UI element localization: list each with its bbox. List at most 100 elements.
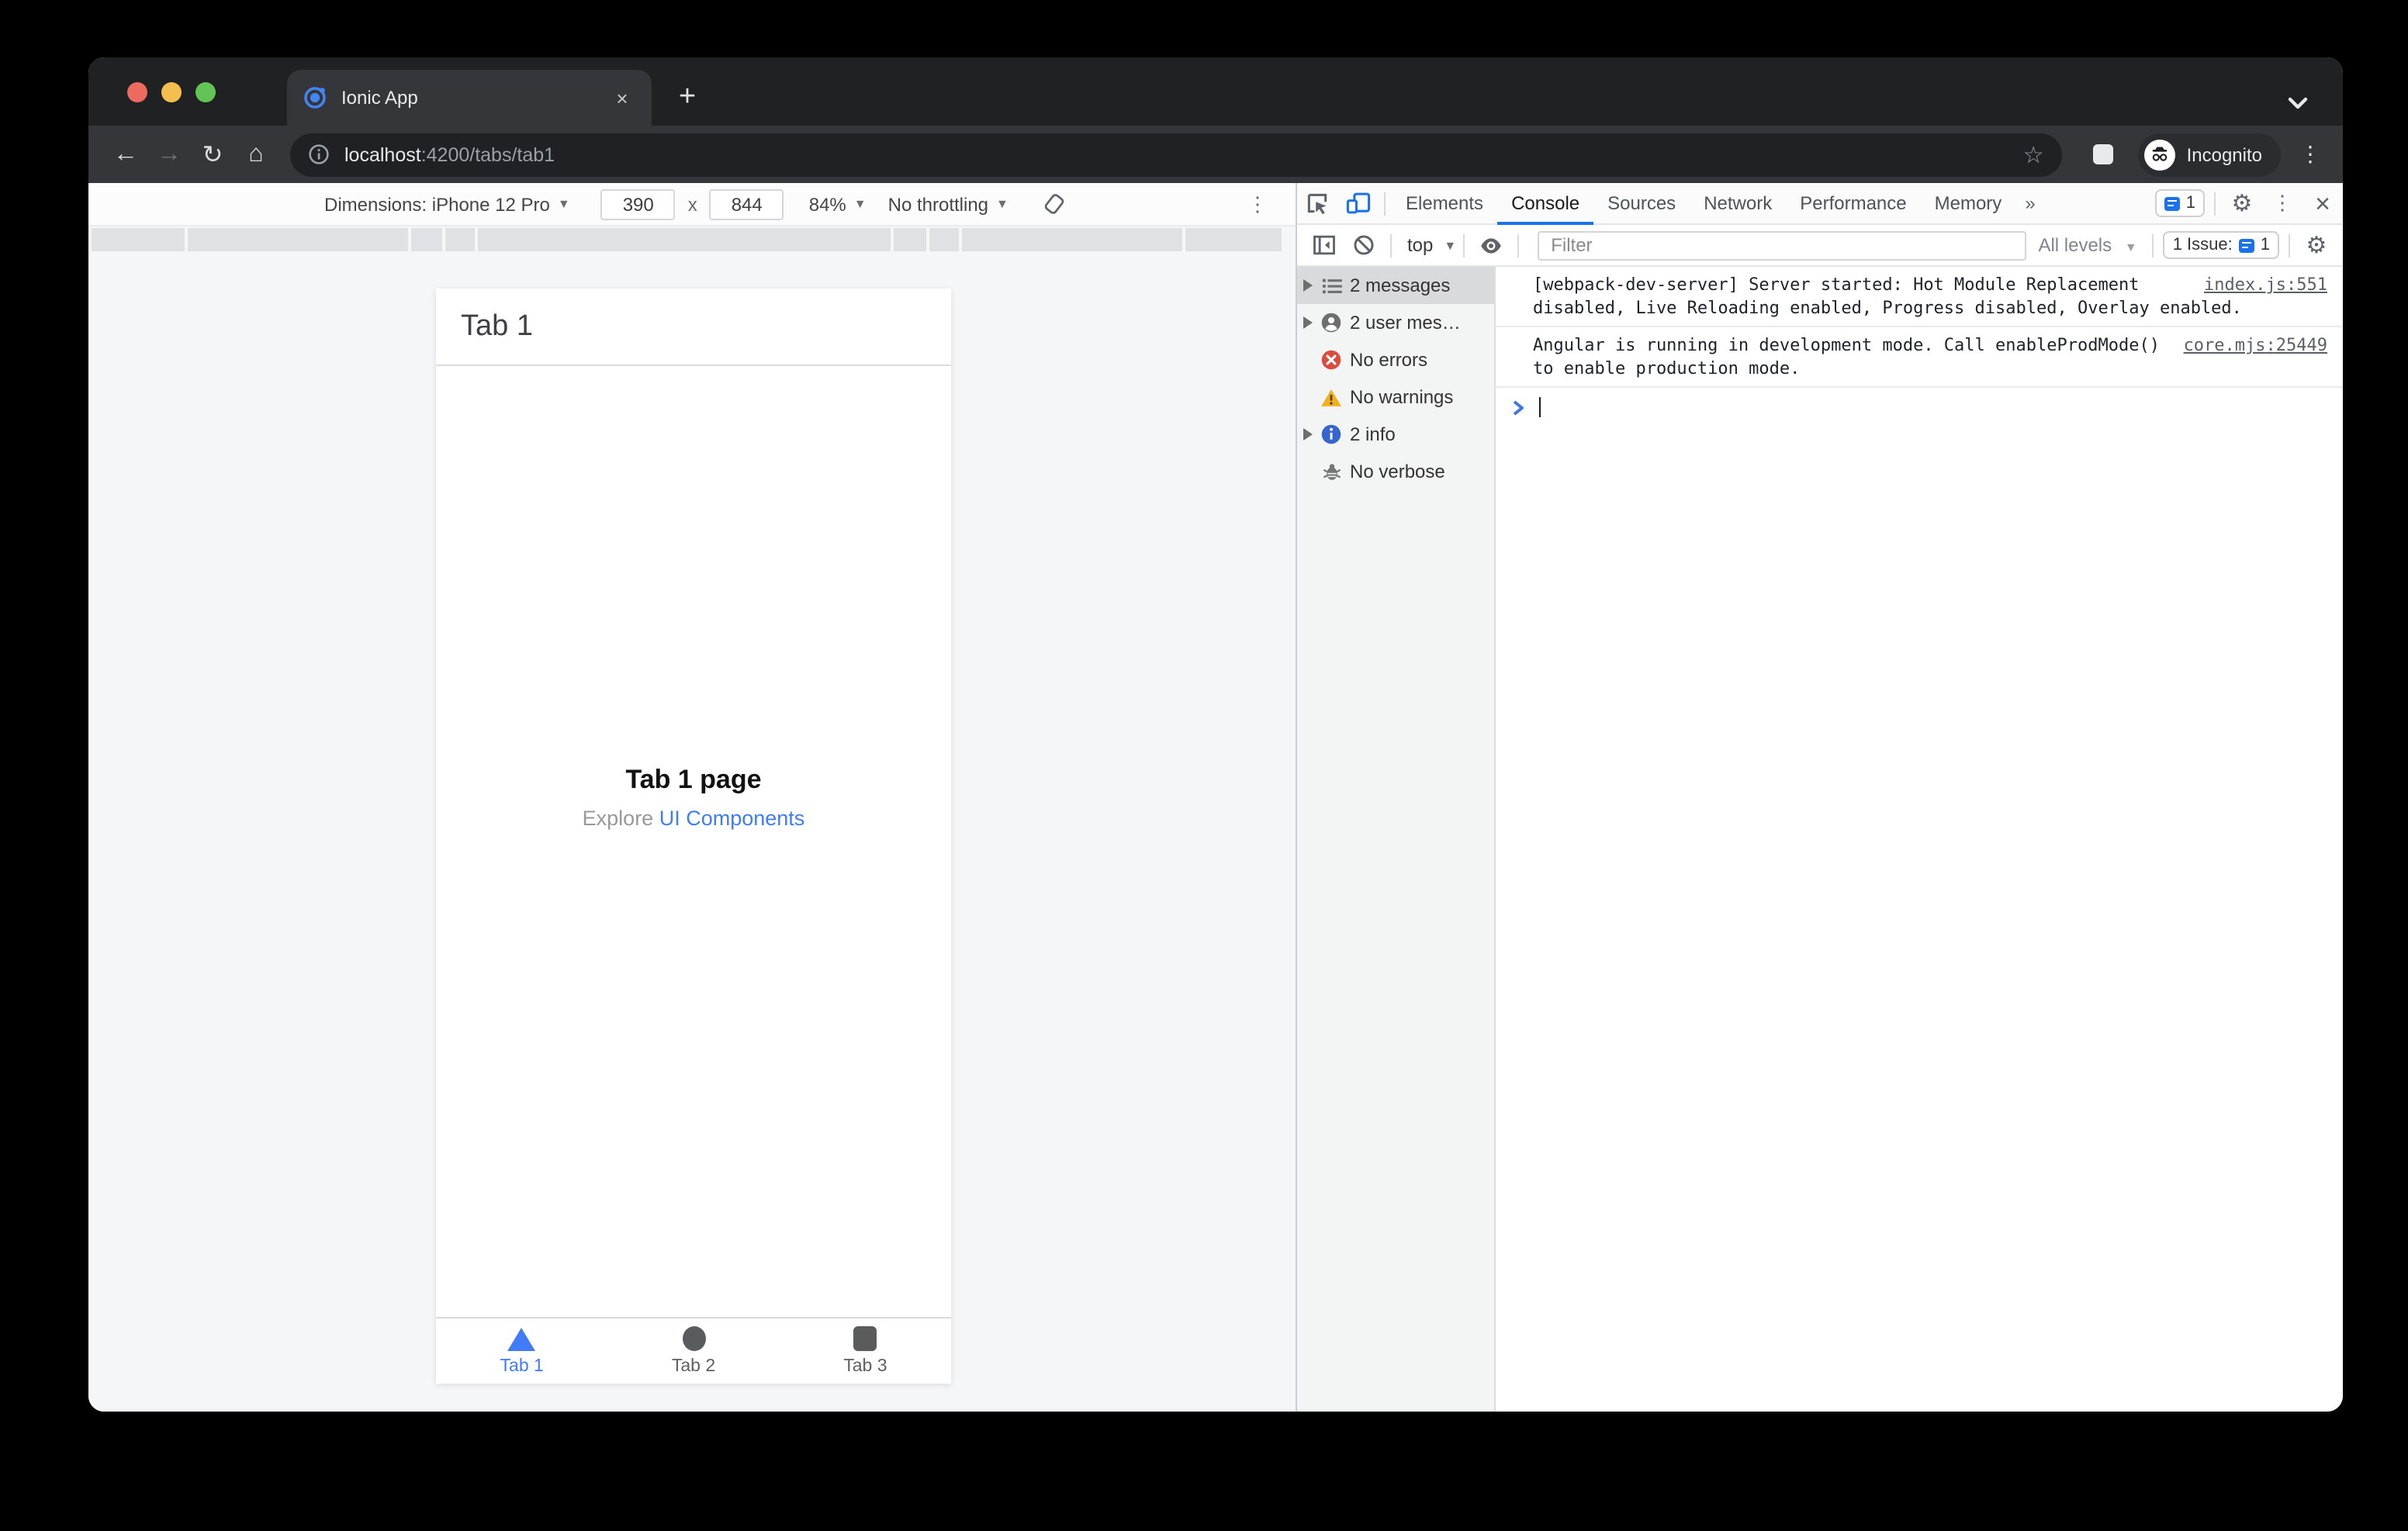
device-height-input[interactable]: [709, 188, 784, 219]
divider: [1384, 192, 1386, 215]
new-tab-button[interactable]: +: [667, 78, 708, 118]
source-link[interactable]: index.js:551: [2204, 273, 2327, 296]
sidebar-item-label: No errors: [1350, 349, 1428, 371]
tab-memory[interactable]: Memory: [1921, 182, 2016, 224]
back-icon[interactable]: ←: [104, 133, 147, 176]
devtools-tab-bar: Elements Console Sources Network Perform…: [1297, 183, 2343, 225]
maximize-window-button[interactable]: [195, 81, 216, 102]
console-settings-icon[interactable]: ⚙: [2296, 225, 2337, 265]
app-tab-bar: Tab 1 Tab 2 Tab 3: [436, 1317, 951, 1384]
rotate-device-icon[interactable]: [1043, 192, 1066, 216]
message-text: [webpack-dev-server] Server started: Hot…: [1533, 275, 2242, 318]
dimensions-label: Dimensions:: [324, 193, 427, 215]
issues-label: 1 Issue:: [2172, 236, 2233, 254]
console-log-area[interactable]: index.js:551 [webpack-dev-server] Server …: [1496, 267, 2343, 1412]
device-toolbar-menu-icon[interactable]: ⋮: [1247, 192, 1268, 216]
forward-icon[interactable]: →: [147, 133, 191, 176]
zoom-select[interactable]: 84%: [809, 193, 846, 215]
log-levels-select[interactable]: All levels ▼: [2038, 234, 2136, 256]
tab-sources[interactable]: Sources: [1593, 182, 1690, 224]
devtools-settings-icon[interactable]: ⚙: [2222, 183, 2262, 223]
sidebar-item-label: 2 info: [1350, 423, 1396, 445]
sidebar-item-verbose[interactable]: No verbose: [1297, 453, 1494, 490]
sidebar-item-label: 2 messages: [1350, 275, 1451, 296]
side-panel-icon[interactable]: [2093, 144, 2114, 164]
device-width-input[interactable]: [600, 188, 676, 219]
reload-icon[interactable]: ↻: [191, 133, 234, 176]
live-expression-eye-icon[interactable]: [1470, 225, 1510, 265]
sidebar-item-errors[interactable]: No errors: [1297, 341, 1494, 378]
divider: [2289, 233, 2290, 257]
issues-counter-button[interactable]: 1: [2154, 189, 2205, 217]
console-sidebar-toggle-icon[interactable]: [1303, 225, 1344, 265]
app-tab-1-label: Tab 1: [500, 1356, 544, 1375]
console-message: core.mjs:25449 Angular is running in deve…: [1496, 327, 2343, 388]
close-window-button[interactable]: [127, 81, 147, 102]
expander-icon[interactable]: [1303, 279, 1313, 292]
devtools-menu-icon[interactable]: ⋮: [2262, 183, 2302, 223]
url-host: localhost: [344, 143, 421, 165]
bookmark-star-icon[interactable]: ☆: [2023, 140, 2044, 168]
app-tab-2-label: Tab 2: [671, 1357, 716, 1376]
media-query-bar[interactable]: [88, 228, 1296, 253]
app-header: Tab 1: [436, 289, 951, 366]
clear-console-icon[interactable]: [1344, 225, 1384, 265]
app-tab-3[interactable]: Tab 3: [780, 1318, 951, 1384]
minimize-window-button[interactable]: [161, 81, 182, 102]
log-levels-label: All levels: [2038, 234, 2112, 256]
sidebar-item-info[interactable]: 2 info: [1297, 416, 1494, 453]
sidebar-item-all-messages[interactable]: 2 messages: [1297, 267, 1494, 304]
prompt-chevron-icon: [1513, 399, 1524, 415]
expander-icon[interactable]: [1303, 316, 1313, 329]
tab-performance[interactable]: Performance: [1786, 182, 1920, 224]
address-bar[interactable]: localhost:4200/tabs/tab1 ☆: [290, 133, 2063, 176]
chevron-down-icon[interactable]: [2287, 96, 2309, 110]
ui-components-link[interactable]: UI Components: [659, 807, 805, 831]
inspect-element-icon[interactable]: [1297, 183, 1337, 223]
issues-counter-count: 1: [2185, 194, 2195, 213]
app-page-heading: Tab 1 page: [625, 765, 762, 795]
browser-tab[interactable]: Ionic App ×: [287, 70, 652, 126]
throttling-caret-icon: ▼: [996, 197, 1009, 211]
incognito-badge: Incognito: [2138, 133, 2281, 176]
app-tab-3-label: Tab 3: [843, 1357, 887, 1376]
throttling-select[interactable]: No throttling: [888, 193, 988, 215]
square-icon: [853, 1326, 877, 1351]
expander-icon[interactable]: [1303, 428, 1313, 441]
console-filter-input[interactable]: [1537, 230, 2026, 260]
console-prompt[interactable]: [1496, 388, 2343, 427]
more-tabs-icon[interactable]: »: [2015, 192, 2044, 214]
app-header-title: Tab 1: [461, 309, 533, 342]
device-emulation-pane: Dimensions: iPhone 12 Pro ▼ x 84% ▼ No t…: [88, 183, 1296, 1412]
tab-console[interactable]: Console: [1497, 182, 1593, 224]
tab-elements[interactable]: Elements: [1392, 182, 1497, 224]
screen: Ionic App × + ← → ↻ ⌂ localhost:4200/tab…: [0, 0, 2408, 1531]
home-icon[interactable]: ⌂: [234, 133, 278, 176]
divider: [1462, 233, 1465, 257]
app-content: Tab 1 page Explore UI Components: [436, 366, 951, 1317]
app-tab-2[interactable]: Tab 2: [607, 1318, 779, 1384]
list-icon: [1320, 275, 1342, 296]
browser-menu-icon[interactable]: ⋮: [2293, 141, 2327, 168]
source-link[interactable]: core.mjs:25449: [2184, 334, 2327, 357]
triangle-icon: [507, 1327, 536, 1350]
close-tab-icon[interactable]: ×: [608, 84, 636, 112]
sidebar-item-label: 2 user mes…: [1350, 312, 1461, 334]
tab-strip: Ionic App × +: [88, 57, 2343, 126]
sidebar-item-warnings[interactable]: No warnings: [1297, 378, 1494, 416]
dimensions-x-label: x: [687, 193, 697, 215]
ionic-favicon: [304, 87, 326, 109]
emulated-device-screen: Tab 1 Tab 1 page Explore UI Components T…: [436, 289, 951, 1384]
devtools-close-icon[interactable]: ×: [2302, 183, 2343, 223]
issues-button[interactable]: 1 Issue: 1: [2163, 231, 2279, 259]
context-selector[interactable]: top: [1407, 234, 1433, 256]
incognito-label: Incognito: [2186, 143, 2262, 165]
site-info-icon[interactable]: [309, 144, 329, 164]
device-select[interactable]: iPhone 12 Pro: [432, 193, 550, 215]
tab-network[interactable]: Network: [1690, 182, 1786, 224]
console-sidebar: 2 messages 2 user mes… No errors No warn…: [1297, 267, 1496, 1412]
app-tab-1[interactable]: Tab 1: [436, 1318, 607, 1384]
devtools-panel: Elements Console Sources Network Perform…: [1296, 183, 2343, 1412]
toggle-device-toolbar-icon[interactable]: [1337, 183, 1378, 223]
sidebar-item-user-messages[interactable]: 2 user mes…: [1297, 304, 1494, 341]
